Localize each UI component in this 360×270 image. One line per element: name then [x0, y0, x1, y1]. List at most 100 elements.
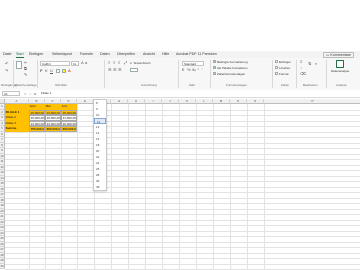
column-header-m[interactable]: M	[213, 99, 230, 104]
tab-ueberpruefen[interactable]: Überprüfen	[117, 52, 135, 57]
delete-cells-button[interactable]: Löschen	[279, 66, 290, 70]
tab-datei[interactable]: Datei	[3, 52, 11, 57]
align-center-icon[interactable]: ☰	[113, 68, 117, 72]
cancel-icon[interactable]: ✕	[24, 92, 27, 96]
tab-seitenlayout[interactable]: Seitenlayout	[52, 52, 72, 57]
column-header-h[interactable]: H	[128, 99, 145, 104]
column-header-k[interactable]: K	[179, 99, 196, 104]
ribbon-separator	[178, 60, 179, 88]
border-icon[interactable]	[56, 69, 60, 73]
font-name-select[interactable]: Calibri	[40, 61, 70, 66]
group-font-label: Schriftart	[55, 83, 68, 87]
format-cells-button[interactable]: Format	[279, 72, 289, 76]
formula-input[interactable]: Filiale 1	[40, 91, 358, 96]
confirm-icon[interactable]: ✓	[29, 92, 32, 96]
grid-row-line	[5, 241, 360, 242]
align-right-icon[interactable]: ☰	[118, 68, 122, 72]
align-middle-icon[interactable]: ≡	[113, 61, 115, 65]
format-painter-icon[interactable]: ✎	[24, 73, 27, 77]
grid-row-line	[5, 175, 360, 176]
font-size-select[interactable]: 11	[71, 61, 79, 66]
tab-daten[interactable]: Daten	[100, 52, 110, 57]
autosum-icon[interactable]: Σ	[300, 60, 302, 64]
format-table-button[interactable]: Als Tabelle formatieren	[217, 66, 247, 70]
underline-icon[interactable]: U	[50, 69, 53, 73]
align-top-icon[interactable]: ≡	[108, 61, 110, 65]
column-header-p[interactable]: P	[264, 99, 360, 104]
merge-center-icon[interactable]	[130, 68, 138, 72]
clear-icon[interactable]: ⌫	[300, 72, 306, 76]
percent-icon[interactable]: %	[187, 68, 191, 72]
grid-row-line	[5, 137, 360, 138]
grid-column-line	[213, 104, 214, 270]
column-header-l[interactable]: L	[196, 99, 213, 104]
group-clipboard-label: Zwischenablage	[15, 83, 37, 87]
sort-filter-icon[interactable]: ⇅	[308, 62, 311, 66]
cut-icon[interactable]: ✂	[24, 61, 27, 65]
group-cells-label: Zellen	[281, 83, 290, 87]
tab-ansicht[interactable]: Ansicht	[143, 52, 155, 57]
fill-icon[interactable]: ↓	[300, 66, 302, 70]
fx-label[interactable]: fx	[34, 92, 36, 96]
currency-icon[interactable]: €	[182, 68, 184, 72]
insert-cells-icon	[275, 60, 278, 63]
cell-total-value[interactable]: 800.000,00 €	[61, 126, 77, 132]
conditional-format-button[interactable]: Bedingte Formatierung	[217, 60, 248, 64]
grid-row-line	[5, 186, 360, 187]
insert-cells-button[interactable]: Einfügen	[279, 60, 291, 64]
decrease-font-icon[interactable]: a	[85, 61, 87, 65]
font-color-icon[interactable]: A	[68, 69, 71, 73]
fill-color-icon[interactable]	[62, 69, 66, 73]
orientation-icon[interactable]: ⤢	[124, 61, 127, 65]
cell-styles-button[interactable]: Zellenformatvorlagen	[217, 72, 245, 76]
grid-column-line	[77, 104, 78, 270]
ribbon-separator	[104, 60, 105, 88]
cell-total-label[interactable]: Summe	[5, 126, 29, 132]
increase-font-icon[interactable]: A	[81, 61, 84, 65]
grid-row-line	[5, 181, 360, 182]
column-header-o[interactable]: O	[247, 99, 264, 104]
column-header-g[interactable]: G	[111, 99, 128, 104]
copy-icon[interactable]: ⧉	[24, 67, 27, 71]
wrap-text-label: Textumbruch	[133, 61, 151, 65]
grid-column-line	[162, 104, 163, 270]
grid-row-line	[5, 236, 360, 237]
tab-acrobat[interactable]: Acrobat PDF 11 Premium	[176, 52, 217, 57]
redo-icon[interactable]: ↷	[5, 69, 8, 73]
column-header-j[interactable]: J	[162, 99, 179, 104]
paste-icon[interactable]	[16, 61, 22, 69]
wrap-text-button[interactable]: ↵ Textumbruch	[130, 61, 150, 65]
cell-total-value[interactable]: 850.000,00 €	[45, 126, 61, 132]
grid-row-line	[5, 252, 360, 253]
grid-row-line	[5, 269, 360, 270]
tab-hilfe[interactable]: Hilfe	[162, 52, 169, 57]
number-format-select[interactable]: Standard	[182, 61, 204, 66]
data-analysis-icon[interactable]	[336, 60, 344, 68]
cell-total-value[interactable]: 755.000,00 €	[29, 126, 45, 132]
align-left-icon[interactable]: ☰	[108, 68, 112, 72]
decimal-increase-icon[interactable]: ⁺	[197, 68, 199, 72]
decimal-decrease-icon[interactable]: ⁻	[201, 68, 203, 72]
column-header-e[interactable]: E	[77, 99, 94, 104]
undo-icon[interactable]: ↶	[5, 62, 8, 66]
column-header-i[interactable]: I	[145, 99, 162, 104]
column-header-n[interactable]: N	[230, 99, 247, 104]
italic-icon[interactable]: K	[45, 69, 48, 73]
thousands-icon[interactable]: ‰	[192, 68, 196, 72]
name-box[interactable]: A1	[2, 91, 20, 96]
grid-row-line	[5, 258, 360, 259]
bold-icon[interactable]: F	[40, 69, 42, 73]
find-select-icon[interactable]: ⌕	[315, 62, 317, 66]
grid-column-line	[111, 104, 112, 270]
align-bottom-icon[interactable]: ≡	[118, 61, 120, 65]
grid-column-line	[264, 104, 265, 270]
font-size-option[interactable]: 48	[94, 184, 106, 190]
font-size-dropdown[interactable]: 8 9 10 11 12 14 16 18 20 22 24 26 28 36 48	[93, 99, 107, 191]
tab-einfuegen[interactable]: Einfügen	[29, 52, 43, 57]
spreadsheet-grid[interactable]: ABCDEFGHIJKLMNOP 12345678910111213141516…	[0, 99, 360, 270]
grid-column-line	[247, 104, 248, 270]
grid-column-line	[179, 104, 180, 270]
ribbon-separator	[37, 60, 38, 88]
tab-formeln[interactable]: Formeln	[80, 52, 93, 57]
formula-bar: A1 ✕ ✓ fx Filiale 1	[0, 90, 360, 98]
